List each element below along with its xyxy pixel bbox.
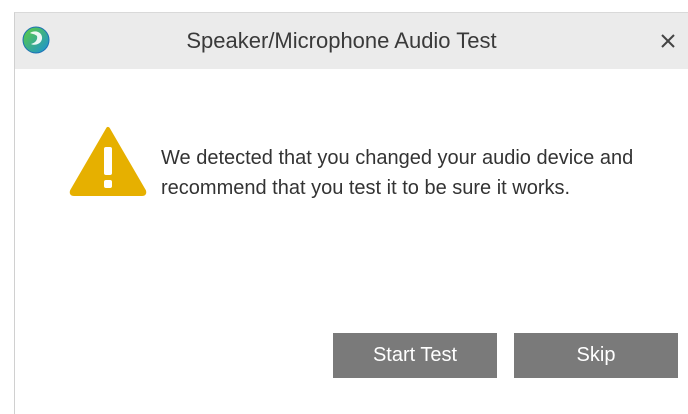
skip-button[interactable]: Skip: [514, 333, 678, 378]
close-icon[interactable]: [652, 25, 684, 57]
start-test-button[interactable]: Start Test: [333, 333, 497, 378]
window-title: Speaker/Microphone Audio Test: [186, 28, 497, 53]
warning-icon: [69, 127, 147, 196]
audio-test-dialog: Speaker/Microphone Audio Test We detecte…: [14, 12, 688, 414]
dialog-message: We detected that you changed your audio …: [161, 147, 634, 199]
title-bar: Speaker/Microphone Audio Test: [15, 13, 688, 69]
